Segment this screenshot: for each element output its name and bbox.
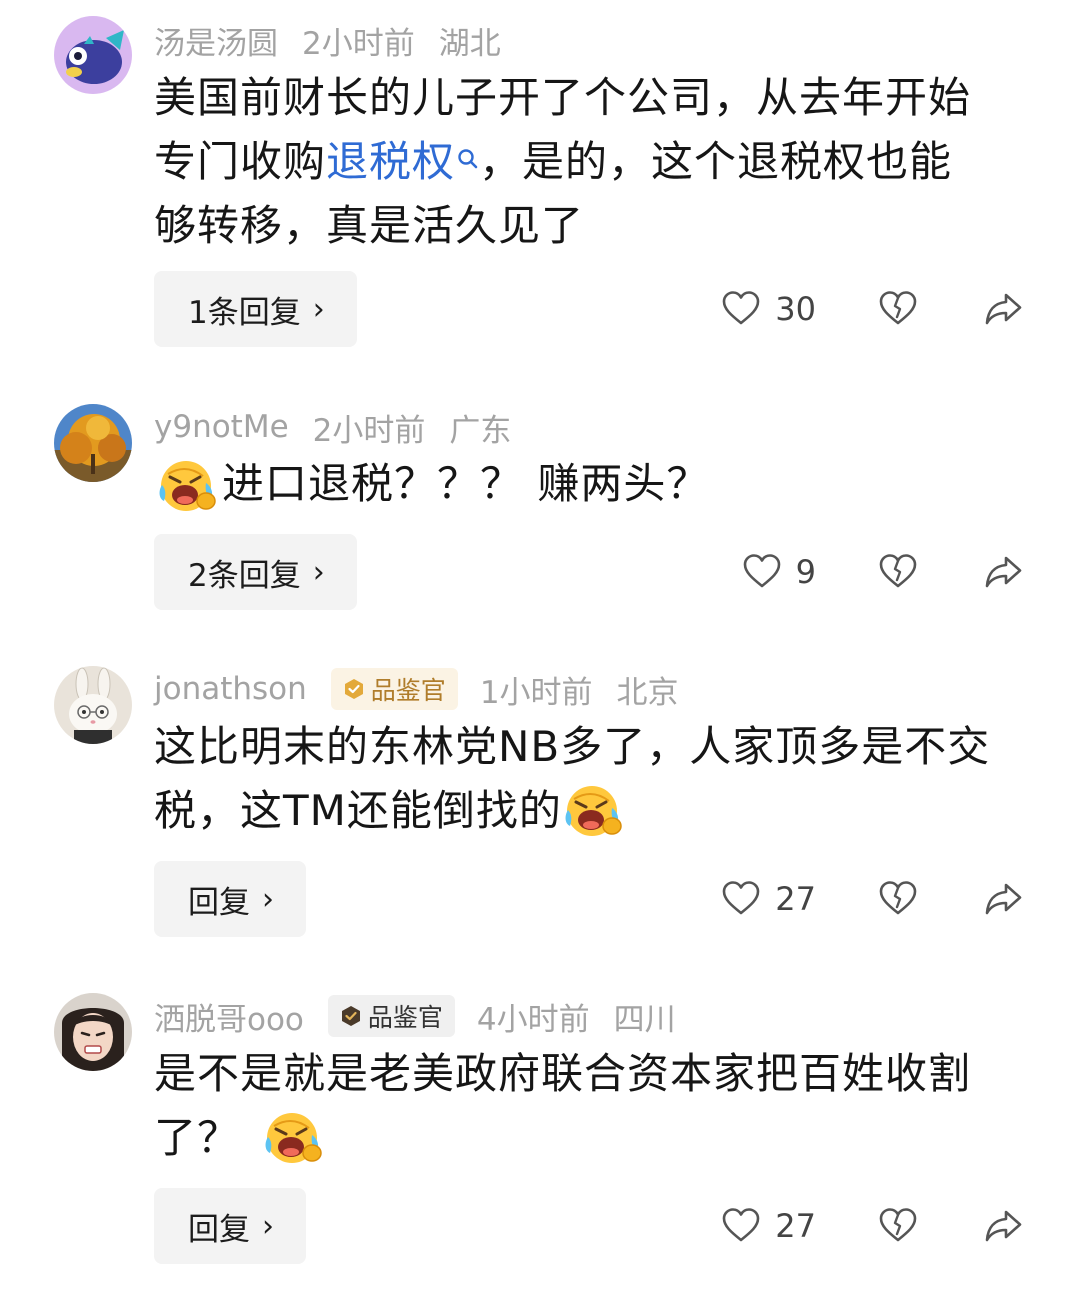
comment-actions: 27 xyxy=(721,1188,1024,1264)
dislike-button[interactable] xyxy=(878,1206,918,1246)
reply-label: 2条回复 xyxy=(188,557,301,594)
timestamp: 1小时前 xyxy=(479,674,593,711)
heart-outline-icon xyxy=(742,552,782,592)
username[interactable]: jonathson xyxy=(154,671,307,707)
like-button[interactable]: 30 xyxy=(721,289,816,329)
heart-outline-icon xyxy=(721,879,761,919)
comment-line: 进口退税？？？ 赚两头？ xyxy=(154,452,1024,516)
broken-heart-icon xyxy=(878,289,918,329)
comment-line: 美国前财长的儿子开了个公司，从去年开始 xyxy=(154,73,972,122)
share-arrow-icon xyxy=(982,289,1024,329)
like-count: 27 xyxy=(775,880,816,918)
comment-line: 税，这TM还能倒找的 xyxy=(154,779,1024,843)
location: 湖北 xyxy=(438,25,501,62)
reply-label: 1条回复 xyxy=(188,294,301,331)
dislike-button[interactable] xyxy=(878,552,918,592)
chevron-right-icon: › xyxy=(312,554,325,590)
fish-avatar-icon[interactable] xyxy=(54,16,132,94)
laughing-crying-emoji-icon xyxy=(156,455,216,515)
broken-heart-icon xyxy=(878,879,918,919)
like-button[interactable]: 27 xyxy=(721,1206,816,1246)
comment-meta: 汤是汤圆 2小时前 湖北 xyxy=(154,18,501,62)
comment-line: 这比明末的东林党NB多了，人家顶多是不交 xyxy=(154,722,991,771)
reply-button[interactable]: 回复 › xyxy=(154,1188,306,1264)
comment-meta: y9notMe 2小时前 广东 xyxy=(154,405,511,449)
search-icon[interactable] xyxy=(457,149,479,181)
search-link[interactable]: 退税权 xyxy=(326,137,455,186)
connoisseur-badge: 品鉴官 xyxy=(327,995,455,1037)
reply-label: 回复 xyxy=(188,884,250,921)
share-button[interactable] xyxy=(982,552,1024,592)
timestamp: 2小时前 xyxy=(312,412,426,449)
like-count: 27 xyxy=(775,1207,816,1245)
comment-meta: jonathson 品鉴官 1小时前 北京 xyxy=(154,667,679,711)
dislike-button[interactable] xyxy=(878,289,918,329)
timestamp: 4小时前 xyxy=(476,1001,590,1038)
share-button[interactable] xyxy=(982,1206,1024,1246)
share-arrow-icon xyxy=(982,552,1024,592)
share-arrow-icon xyxy=(982,1206,1024,1246)
comment-text-segment: 进口退税？？？ 赚两头？ xyxy=(222,459,710,508)
badge-check-icon xyxy=(340,1005,362,1027)
location: 四川 xyxy=(613,1001,676,1038)
laughing-crying-emoji-icon xyxy=(562,780,622,840)
comment-actions: 9 xyxy=(742,534,1024,610)
connoisseur-badge: 品鉴官 xyxy=(330,668,458,710)
broken-heart-icon xyxy=(878,1206,918,1246)
chevron-right-icon: › xyxy=(262,881,274,917)
comment-line: 专门收购退税权 ，是的，这个退税权也能 xyxy=(154,130,1024,194)
comment-text: 进口退税？？？ 赚两头？ xyxy=(154,452,1024,516)
username[interactable]: 汤是汤圆 xyxy=(154,18,278,63)
comment-text-segment: 税，这TM还能倒找的 xyxy=(154,786,562,835)
autumn-tree-avatar-icon[interactable] xyxy=(54,404,132,482)
comment-text-segment: ，是的，这个退税权也能 xyxy=(479,137,953,186)
like-count: 9 xyxy=(795,553,816,591)
comment-actions: 27 xyxy=(721,861,1024,937)
reply-label: 回复 xyxy=(188,1211,250,1248)
comment-line: 了？ xyxy=(154,1106,1024,1170)
location: 广东 xyxy=(449,412,512,449)
like-count: 30 xyxy=(775,290,816,328)
bunny-avatar-icon[interactable] xyxy=(54,666,132,744)
username[interactable]: y9notMe xyxy=(154,409,289,445)
timestamp: 2小时前 xyxy=(302,25,415,62)
comment-text-segment: 了？ xyxy=(154,1113,241,1162)
username[interactable]: 洒脱哥ooo xyxy=(154,994,304,1039)
share-button[interactable] xyxy=(982,289,1024,329)
comment-actions: 30 xyxy=(721,271,1024,347)
comment-text-segment: 专门收购 xyxy=(154,137,327,186)
heart-outline-icon xyxy=(721,1206,761,1246)
badge-label: 品鉴官 xyxy=(367,1003,443,1032)
comment-line: 够转移，真是活久见了 xyxy=(154,201,585,250)
laughing-crying-emoji-icon xyxy=(262,1107,322,1167)
girl-avatar-icon[interactable] xyxy=(54,993,132,1071)
badge-label: 品鉴官 xyxy=(370,676,446,705)
comment-text: 美国前财长的儿子开了个公司，从去年开始 专门收购退税权 ，是的，这个退税权也能 够… xyxy=(154,66,1024,258)
badge-check-icon xyxy=(343,678,365,700)
chevron-right-icon: › xyxy=(262,1208,274,1244)
broken-heart-icon xyxy=(878,552,918,592)
location: 北京 xyxy=(616,674,679,711)
comment-text: 这比明末的东林党NB多了，人家顶多是不交 税，这TM还能倒找的 xyxy=(154,715,1024,843)
view-replies-button[interactable]: 1条回复 › xyxy=(154,271,357,347)
comment-text: 是不是就是老美政府联合资本家把百姓收割 了？ xyxy=(154,1042,1024,1170)
chevron-right-icon: › xyxy=(312,291,325,327)
like-button[interactable]: 9 xyxy=(742,552,816,592)
comment-line: 是不是就是老美政府联合资本家把百姓收割 xyxy=(154,1049,972,1098)
reply-button[interactable]: 回复 › xyxy=(154,861,306,937)
like-button[interactable]: 27 xyxy=(721,879,816,919)
view-replies-button[interactable]: 2条回复 › xyxy=(154,534,357,610)
heart-outline-icon xyxy=(721,289,761,329)
share-button[interactable] xyxy=(982,879,1024,919)
comment-meta: 洒脱哥ooo 品鉴官 4小时前 四川 xyxy=(154,994,676,1038)
share-arrow-icon xyxy=(982,879,1024,919)
dislike-button[interactable] xyxy=(878,879,918,919)
